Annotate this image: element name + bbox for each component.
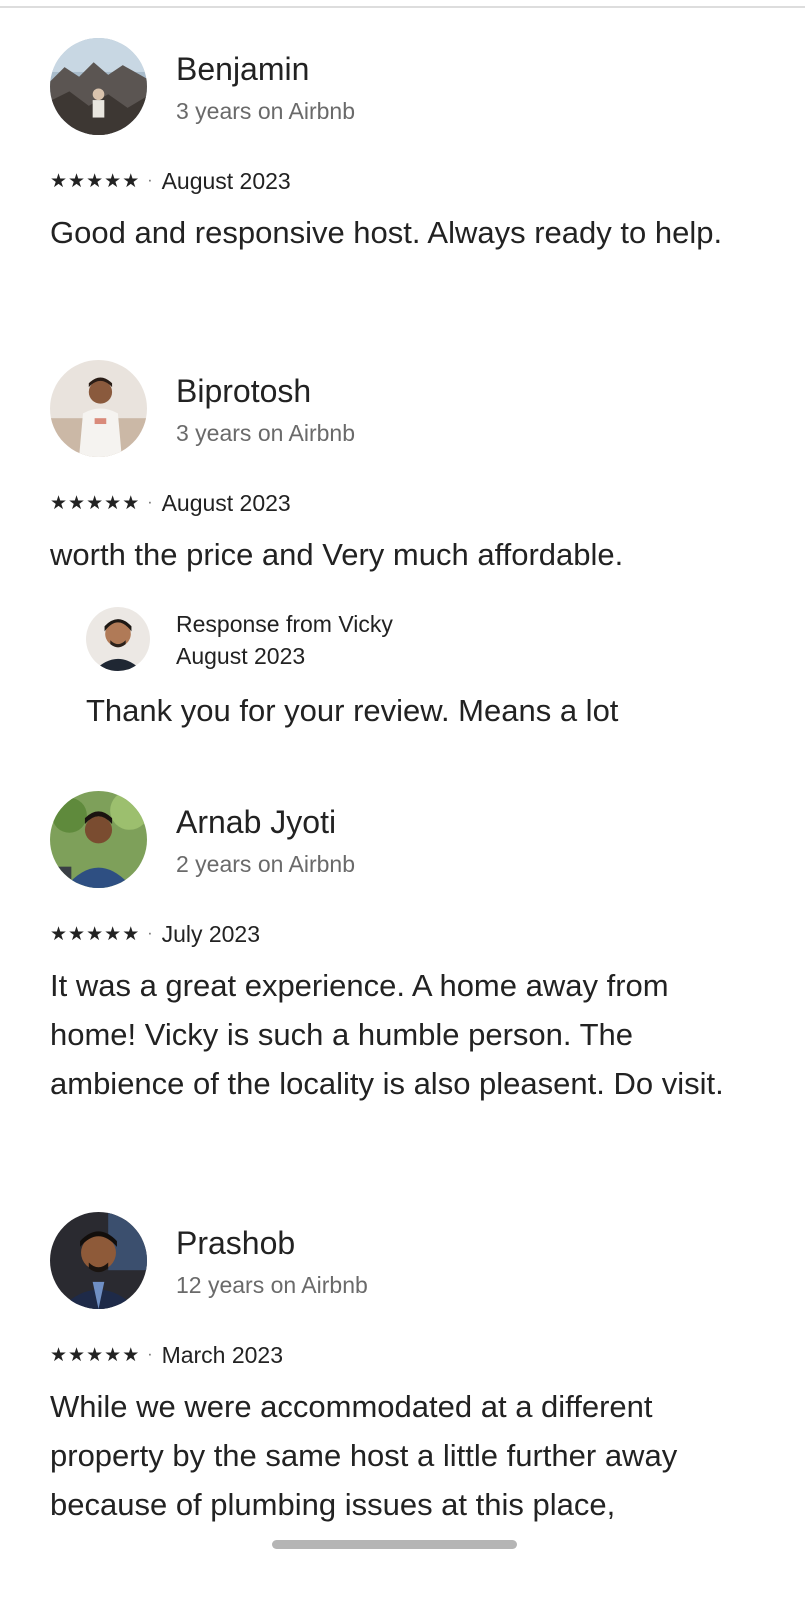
review-date: August 2023 [161, 168, 291, 194]
star-icon: ★ [122, 492, 140, 514]
star-icon: ★ [68, 923, 86, 945]
review-meta: ★ ★ ★ ★ ★ · August 2023 [50, 166, 760, 196]
star-icon: ★ [50, 170, 68, 192]
review-text: worth the price and Very much affordable… [50, 537, 624, 572]
star-icon: ★ [86, 1344, 104, 1366]
reviewer-name[interactable]: Benjamin [176, 50, 309, 88]
star-icon: ★ [68, 170, 86, 192]
review-date: March 2023 [161, 1342, 284, 1368]
review-meta: ★ ★ ★ ★ ★ · July 2023 [50, 919, 760, 949]
star-icon: ★ [86, 492, 104, 514]
review-item: Arnab Jyoti 2 years on Airbnb ★ ★ ★ ★ ★ … [50, 791, 760, 1108]
star-icon: ★ [50, 492, 68, 514]
star-icon: ★ [68, 492, 86, 514]
response-title: Response from Vicky [176, 611, 393, 637]
star-icon: ★ [122, 170, 140, 192]
reviewer-header[interactable]: Benjamin 3 years on Airbnb [50, 38, 760, 138]
star-icon: ★ [104, 492, 122, 514]
star-icon: ★ [122, 923, 140, 945]
review-item: Benjamin 3 years on Airbnb ★ ★ ★ ★ ★ · A… [50, 38, 760, 257]
star-icon: ★ [86, 170, 104, 192]
host-avatar[interactable] [86, 607, 150, 671]
star-icon: ★ [104, 923, 122, 945]
reviewer-name[interactable]: Biprotosh [176, 372, 311, 410]
star-icon: ★ [50, 1344, 68, 1366]
star-icon: ★ [86, 923, 104, 945]
review-text: It was a great experience. A home away f… [50, 968, 724, 1101]
star-icon: ★ [122, 1344, 140, 1366]
separator-dot: · [147, 1346, 153, 1363]
reviewer-header[interactable]: Biprotosh 3 years on Airbnb [50, 360, 760, 460]
host-response: Response from Vicky August 2023 Thank yo… [86, 607, 760, 747]
reviewer-avatar[interactable] [50, 791, 147, 888]
reviewer-header[interactable]: Arnab Jyoti 2 years on Airbnb [50, 791, 760, 891]
reviewer-name[interactable]: Arnab Jyoti [176, 803, 336, 841]
reviewer-tenure: 3 years on Airbnb [176, 98, 356, 124]
reviewer-header[interactable]: Prashob 12 years on Airbnb [50, 1212, 760, 1312]
reviewer-tenure: 3 years on Airbnb [176, 420, 356, 446]
review-meta: ★ ★ ★ ★ ★ · August 2023 [50, 488, 760, 518]
review-date: August 2023 [161, 490, 291, 516]
star-icon: ★ [68, 1344, 86, 1366]
reviewer-name[interactable]: Prashob [176, 1224, 295, 1262]
reviewer-avatar[interactable] [50, 1212, 147, 1309]
review-meta: ★ ★ ★ ★ ★ · March 2023 [50, 1340, 760, 1370]
separator-dot: · [147, 172, 153, 189]
review-text: Good and responsive host. Always ready t… [50, 215, 723, 250]
top-divider [0, 6, 805, 8]
star-rating: ★ ★ ★ ★ ★ [50, 1346, 139, 1365]
star-rating: ★ ★ ★ ★ ★ [50, 494, 139, 513]
separator-dot: · [147, 925, 153, 942]
response-date: August 2023 [176, 643, 306, 669]
star-icon: ★ [104, 1344, 122, 1366]
star-rating: ★ ★ ★ ★ ★ [50, 925, 139, 944]
reviewer-avatar[interactable] [50, 38, 147, 135]
separator-dot: · [147, 494, 153, 511]
star-icon: ★ [50, 923, 68, 945]
reviewer-tenure: 2 years on Airbnb [176, 851, 356, 877]
review-date: July 2023 [161, 921, 261, 947]
star-icon: ★ [104, 170, 122, 192]
review-item: Prashob 12 years on Airbnb ★ ★ ★ ★ ★ · M… [50, 1212, 760, 1529]
star-rating: ★ ★ ★ ★ ★ [50, 172, 139, 191]
response-text: Thank you for your review. Means a lot [86, 693, 619, 728]
review-text: While we were accommodated at a differen… [50, 1389, 678, 1522]
home-indicator[interactable] [272, 1540, 517, 1549]
review-item: Biprotosh 3 years on Airbnb ★ ★ ★ ★ ★ · … [50, 360, 760, 747]
reviewer-tenure: 12 years on Airbnb [176, 1272, 368, 1298]
reviewer-avatar[interactable] [50, 360, 147, 457]
